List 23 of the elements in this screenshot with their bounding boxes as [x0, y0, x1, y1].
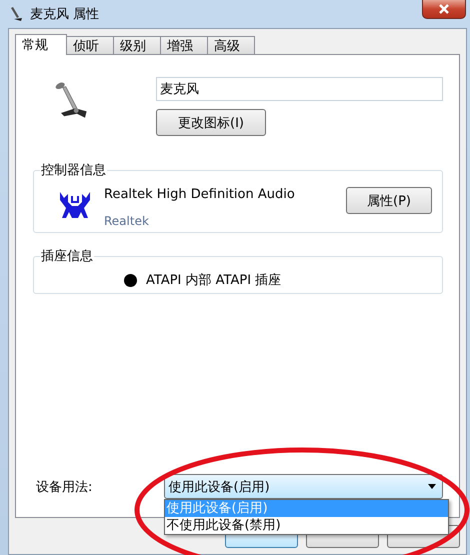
tab[interactable]: 高级	[207, 36, 255, 54]
caret-icon	[428, 484, 436, 489]
close-button[interactable]	[422, 0, 466, 19]
tab[interactable]: 级别	[113, 36, 161, 54]
tab[interactable]: 侦听	[66, 36, 114, 54]
properties-button[interactable]: 属性(P)	[346, 187, 432, 214]
jack-description: ATAPI 内部 ATAPI 插座	[146, 272, 282, 289]
jack-dot-icon	[124, 274, 137, 286]
name-field[interactable]: 麦克风	[156, 77, 443, 101]
group-title: 控制器信息	[40, 162, 107, 179]
controller-name: Realtek High Definition Audio	[104, 187, 295, 202]
crab-logo-icon	[58, 190, 92, 220]
change-icon-button[interactable]: 更改图标(I)	[156, 109, 266, 136]
usage-label: 设备用法:	[36, 478, 94, 496]
tab[interactable]: 增强	[160, 36, 208, 54]
window-title: 麦克风 属性	[30, 6, 100, 23]
microphone-icon	[8, 6, 24, 22]
usage-dropdown[interactable]: 使用此设备(启用)	[164, 474, 443, 499]
tab[interactable]: 常规	[15, 34, 67, 55]
group-title: 插座信息	[40, 248, 94, 265]
vendor-name: Realtek	[104, 214, 150, 228]
dropdown-option[interactable]: 不使用此设备(禁用)	[164, 517, 448, 534]
close-icon	[439, 4, 449, 14]
